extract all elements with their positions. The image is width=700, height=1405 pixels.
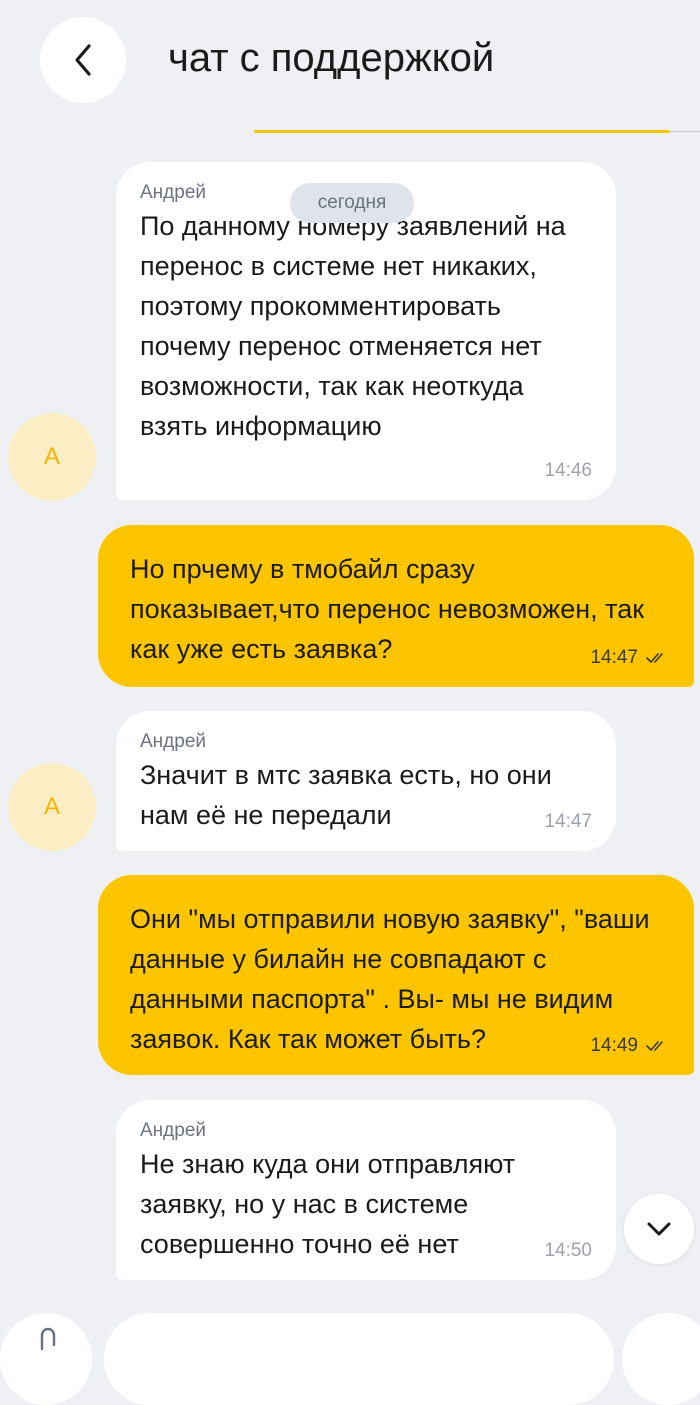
outgoing-message: Но прчему в тмобайл сразу показывает,что… — [98, 525, 694, 687]
send-button[interactable] — [622, 1313, 700, 1405]
message-composer — [0, 1305, 700, 1405]
outgoing-message: Они "мы отправили новую заявку", "ваши д… — [98, 875, 694, 1075]
message-text: По данному номеру заявлений на перенос в… — [140, 211, 566, 441]
chevron-left-icon — [75, 44, 91, 76]
scroll-down-button[interactable] — [624, 1194, 694, 1264]
message-time: 14:47 — [544, 811, 592, 833]
sender-name: Андрей — [140, 1120, 206, 1141]
incoming-message: Андрей Значит в мтс заявка есть, но они … — [116, 711, 616, 851]
attach-button[interactable] — [0, 1313, 92, 1405]
back-button[interactable] — [40, 17, 126, 103]
date-chip: сегодня — [290, 183, 414, 223]
time-label: 14:46 — [544, 460, 592, 481]
chevron-down-icon — [647, 1222, 671, 1236]
message-text: Не знаю куда они отправляют заявку, но у… — [140, 1149, 516, 1259]
header-accent-divider — [254, 130, 670, 133]
avatar: А — [8, 763, 96, 851]
message-text: Значит в мтс заявка есть, но они нам её … — [140, 760, 552, 830]
time-label: 14:47 — [590, 647, 638, 668]
message-time: 14:50 — [544, 1240, 592, 1262]
page-title: чат с поддержкой — [168, 36, 495, 80]
message-time: 14:49 — [590, 1035, 668, 1057]
chat-header: чат с поддержкой — [0, 0, 700, 120]
message-time: 14:47 — [590, 647, 668, 669]
sender-name: Андрей — [140, 731, 206, 752]
message-text: Но прчему в тмобайл сразу показывает,что… — [130, 554, 645, 664]
time-label: 14:50 — [544, 1240, 592, 1261]
message-time: 14:46 — [544, 460, 592, 482]
time-label: 14:49 — [590, 1035, 638, 1056]
double-check-icon — [646, 653, 663, 663]
paperclip-icon — [40, 1327, 56, 1351]
message-input[interactable] — [104, 1313, 614, 1405]
message-text: Они "мы отправили новую заявку", "ваши д… — [130, 904, 650, 1054]
incoming-message: Андрей Не знаю куда они отправляют заявк… — [116, 1100, 616, 1280]
header-divider — [670, 131, 700, 132]
avatar: А — [8, 413, 96, 501]
time-label: 14:47 — [544, 811, 592, 832]
double-check-icon — [646, 1041, 663, 1051]
